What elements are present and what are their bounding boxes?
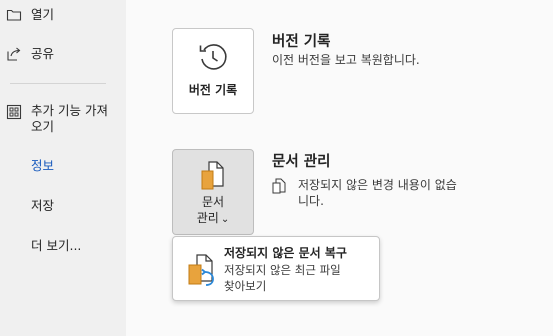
sidebar-item-label: 저장 <box>31 198 55 213</box>
version-history-title: 버전 기록 <box>272 34 331 50</box>
sidebar-item-label: 열기 <box>31 7 55 22</box>
version-history-button[interactable]: 버전 기록 <box>172 28 254 114</box>
backstage-sidebar: 열기 공유 추가 기능 가져오기 정보 저장 더 보기... <box>0 0 126 336</box>
share-icon <box>7 47 21 61</box>
recover-document-icon <box>188 254 214 286</box>
sidebar-item-info[interactable]: 정보 <box>0 158 126 176</box>
sidebar-item-label: 공유 <box>31 46 55 61</box>
document-info-icon <box>272 178 286 194</box>
document-copies-icon <box>201 161 224 190</box>
sidebar-item-label: 정보 <box>31 158 55 173</box>
recover-menu-description-line2: 찾아보기 <box>224 279 267 293</box>
sidebar-divider <box>10 83 106 84</box>
manage-document-title: 문서 관리 <box>272 154 331 170</box>
recover-menu-description-line1: 저장되지 않은 최근 파일 <box>224 263 341 277</box>
recover-menu-title: 저장되지 않은 문서 복구 <box>224 246 347 260</box>
version-history-description: 이전 버전을 보고 복원합니다. <box>272 53 420 67</box>
sidebar-item-open[interactable]: 열기 <box>0 7 126 25</box>
sidebar-item-more[interactable]: 더 보기... <box>0 238 126 256</box>
add-ins-icon <box>6 104 22 120</box>
manage-document-menu: 저장되지 않은 문서 복구 저장되지 않은 최근 파일 찾아보기 <box>172 236 380 301</box>
manage-document-label-line1: 문서 <box>201 195 225 209</box>
sidebar-item-share[interactable]: 공유 <box>0 46 126 64</box>
version-history-button-label: 버전 기록 <box>188 83 238 97</box>
sidebar-item-label: 추가 기능 가져오기 <box>31 103 108 134</box>
manage-document-description-line1: 저장되지 않은 변경 내용이 없습 <box>298 178 457 192</box>
folder-icon <box>6 9 22 21</box>
history-icon <box>199 44 227 70</box>
recover-menu-description: 저장되지 않은 최근 파일 찾아보기 <box>224 262 374 294</box>
sidebar-item-label: 더 보기... <box>31 238 82 253</box>
sidebar-item-save[interactable]: 저장 <box>0 198 126 216</box>
manage-document-description-line2: 니다. <box>298 194 324 208</box>
manage-document-button[interactable]: 문서 관리 ⌄ <box>172 149 254 235</box>
recover-unsaved-menu-item[interactable]: 저장되지 않은 문서 복구 저장되지 않은 최근 파일 찾아보기 <box>173 237 379 300</box>
chevron-down-icon: ⌄ <box>220 214 230 225</box>
sidebar-item-get-add-ins[interactable]: 추가 기능 가져오기 <box>0 103 126 137</box>
manage-document-label-line2: 관리 ⌄ <box>196 211 230 225</box>
